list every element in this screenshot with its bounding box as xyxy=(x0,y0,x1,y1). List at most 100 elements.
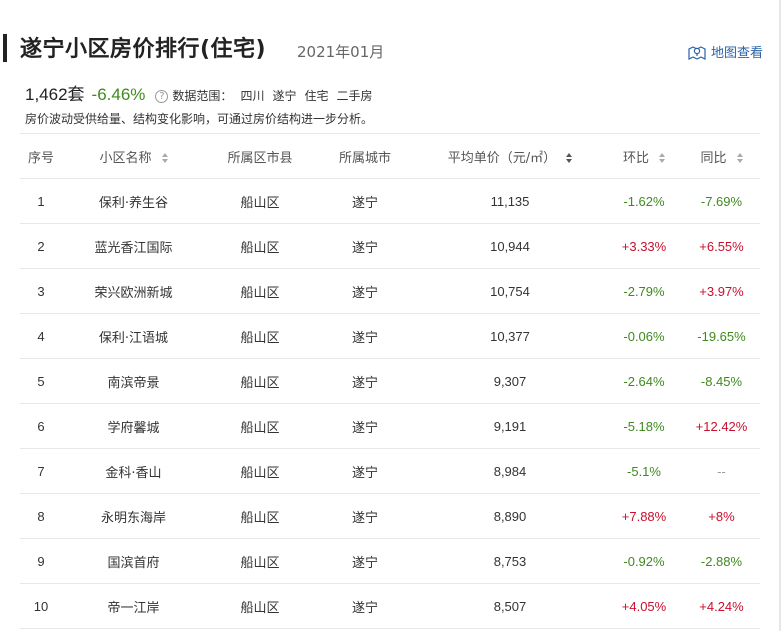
sort-arrows-icon[interactable] xyxy=(161,153,168,163)
sort-arrows-icon[interactable] xyxy=(566,153,573,163)
cell-mom: -2.79% xyxy=(623,283,665,299)
cell-yoy: -2.88% xyxy=(700,553,743,569)
report-date: 2021年01月 xyxy=(297,43,385,61)
cell-rank: 5 xyxy=(37,373,45,389)
sort-arrows-icon[interactable] xyxy=(736,153,743,163)
cell-price: 9,191 xyxy=(493,418,527,434)
cell-district: 船山区 xyxy=(240,465,280,481)
cell-name[interactable]: 金科·香山 xyxy=(62,449,205,494)
cell-yoy: +12.42% xyxy=(695,418,748,434)
cell-price: 8,753 xyxy=(493,553,527,569)
cell-name[interactable]: 学府馨城 xyxy=(62,404,205,449)
scope-market: 二手房 xyxy=(336,89,373,103)
col-city: 所属城市 xyxy=(315,133,415,179)
col-price[interactable]: 平均单价（元/㎡） xyxy=(415,133,605,179)
cell-city: 遂宁 xyxy=(351,240,378,256)
cell-mom: +7.88% xyxy=(621,508,667,524)
cell-name[interactable]: 国滨首府 xyxy=(62,539,205,584)
map-pin-icon xyxy=(688,45,706,60)
cell-rank: 3 xyxy=(37,283,45,299)
map-view-label: 地图查看 xyxy=(711,46,764,61)
data-note: 房价波动受供给量、结构变化影响，可通过房价结构进一步分析。 xyxy=(25,112,374,126)
cell-mom: -1.62% xyxy=(623,193,665,209)
cell-price: 10,377 xyxy=(490,328,530,344)
cell-yoy: +4.24% xyxy=(699,598,744,614)
cell-name[interactable]: 保利·江语城 xyxy=(62,314,205,359)
table-row[interactable]: 6 学府馨城 船山区 遂宁 9,191 -5.18% +12.42% xyxy=(20,404,760,449)
cell-rank: 7 xyxy=(37,463,45,479)
cell-city: 遂宁 xyxy=(351,510,378,526)
cell-name[interactable]: 南滨帝景 xyxy=(62,359,205,404)
cell-rank: 6 xyxy=(37,418,45,434)
col-mom[interactable]: 环比 xyxy=(605,133,683,179)
table-row[interactable]: 9 国滨首府 船山区 遂宁 8,753 -0.92% -2.88% xyxy=(20,539,760,584)
cell-price: 10,754 xyxy=(490,283,530,299)
cell-price: 10,944 xyxy=(490,238,530,254)
cell-yoy: +3.97% xyxy=(699,283,744,299)
cell-yoy: -8.45% xyxy=(700,373,743,389)
cell-rank: 8 xyxy=(37,508,45,524)
cell-city: 遂宁 xyxy=(351,600,378,616)
col-name[interactable]: 小区名称 xyxy=(62,133,205,179)
table-body: 1 保利·养生谷 船山区 遂宁 11,135 -1.62% -7.69% 2 蓝光香江国际 船山区… xyxy=(20,179,760,629)
cell-price: 8,984 xyxy=(493,463,527,479)
cell-city: 遂宁 xyxy=(351,330,378,346)
cell-city: 遂宁 xyxy=(351,285,378,301)
cell-mom: -0.92% xyxy=(623,553,665,569)
cell-rank: 10 xyxy=(33,598,49,614)
cell-yoy: -7.69% xyxy=(700,193,743,209)
cell-name[interactable]: 荣兴欧洲新城 xyxy=(62,269,205,314)
cell-district: 船山区 xyxy=(240,375,280,391)
cell-name[interactable]: 帝一江岸 xyxy=(62,584,205,629)
page-title: 遂宁小区房价排行(住宅) xyxy=(20,37,267,62)
cell-district: 船山区 xyxy=(240,240,280,256)
cell-rank: 9 xyxy=(37,553,45,569)
table-row[interactable]: 5 南滨帝景 船山区 遂宁 9,307 -2.64% -8.45% xyxy=(20,359,760,404)
scope-type: 住宅 xyxy=(304,89,329,103)
cell-district: 船山区 xyxy=(240,285,280,301)
cell-name[interactable]: 保利·养生谷 xyxy=(62,179,205,224)
cell-price: 11,135 xyxy=(490,193,530,209)
cell-district: 船山区 xyxy=(240,330,280,346)
cell-yoy: -- xyxy=(717,463,726,479)
col-rank: 序号 xyxy=(20,133,62,179)
cell-yoy: +6.55% xyxy=(699,238,744,254)
cell-mom: -0.06% xyxy=(623,328,665,344)
cell-city: 遂宁 xyxy=(351,375,378,391)
overall-change: -6.46% xyxy=(91,85,146,104)
col-yoy[interactable]: 同比 xyxy=(683,133,760,179)
help-icon[interactable]: ? xyxy=(155,90,169,103)
page-header: 遂宁小区房价排行(住宅) 2021年01月 地图查看 xyxy=(0,0,781,78)
table-row[interactable]: 1 保利·养生谷 船山区 遂宁 11,135 -1.62% -7.69% xyxy=(20,179,760,224)
table-row[interactable]: 4 保利·江语城 船山区 遂宁 10,377 -0.06% -19.65% xyxy=(20,314,760,359)
listing-count: 1,462套 xyxy=(25,85,85,104)
cell-city: 遂宁 xyxy=(351,195,378,211)
cell-city: 遂宁 xyxy=(351,555,378,571)
scope-city: 遂宁 xyxy=(272,89,297,103)
table-row[interactable]: 3 荣兴欧洲新城 船山区 遂宁 10,754 -2.79% +3.97% xyxy=(20,269,760,314)
scope-province: 四川 xyxy=(240,89,265,103)
title-accent-bar xyxy=(3,34,7,62)
cell-mom: +3.33% xyxy=(621,238,667,254)
cell-city: 遂宁 xyxy=(351,420,378,436)
ranking-table: 序号 小区名称 所属区市县 所属城市 平均单价（元/㎡） 环比 同比 1 保利·养… xyxy=(20,133,760,629)
cell-rank: 2 xyxy=(37,238,45,254)
cell-district: 船山区 xyxy=(240,600,280,616)
table-row[interactable]: 2 蓝光香江国际 船山区 遂宁 10,944 +3.33% +6.55% xyxy=(20,224,760,269)
cell-name[interactable]: 永明东海岸 xyxy=(62,494,205,539)
cell-city: 遂宁 xyxy=(351,465,378,481)
map-view-link[interactable]: 地图查看 xyxy=(688,42,763,61)
cell-district: 船山区 xyxy=(240,555,280,571)
cell-mom: -2.64% xyxy=(623,373,665,389)
cell-price: 9,307 xyxy=(493,373,527,389)
sort-arrows-icon[interactable] xyxy=(659,153,665,163)
table-row[interactable]: 10 帝一江岸 船山区 遂宁 8,507 +4.05% +4.24% xyxy=(20,584,760,629)
table-row[interactable]: 8 永明东海岸 船山区 遂宁 8,890 +7.88% +8% xyxy=(20,494,760,539)
col-district: 所属区市县 xyxy=(205,133,315,179)
table-row[interactable]: 7 金科·香山 船山区 遂宁 8,984 -5.1% -- xyxy=(20,449,760,494)
scope-label: 数据范围： xyxy=(172,89,233,103)
cell-name[interactable]: 蓝光香江国际 xyxy=(62,224,205,269)
cell-rank: 1 xyxy=(37,193,45,209)
table-header-row: 序号 小区名称 所属区市县 所属城市 平均单价（元/㎡） 环比 同比 xyxy=(20,133,760,179)
cell-price: 8,890 xyxy=(493,508,527,524)
